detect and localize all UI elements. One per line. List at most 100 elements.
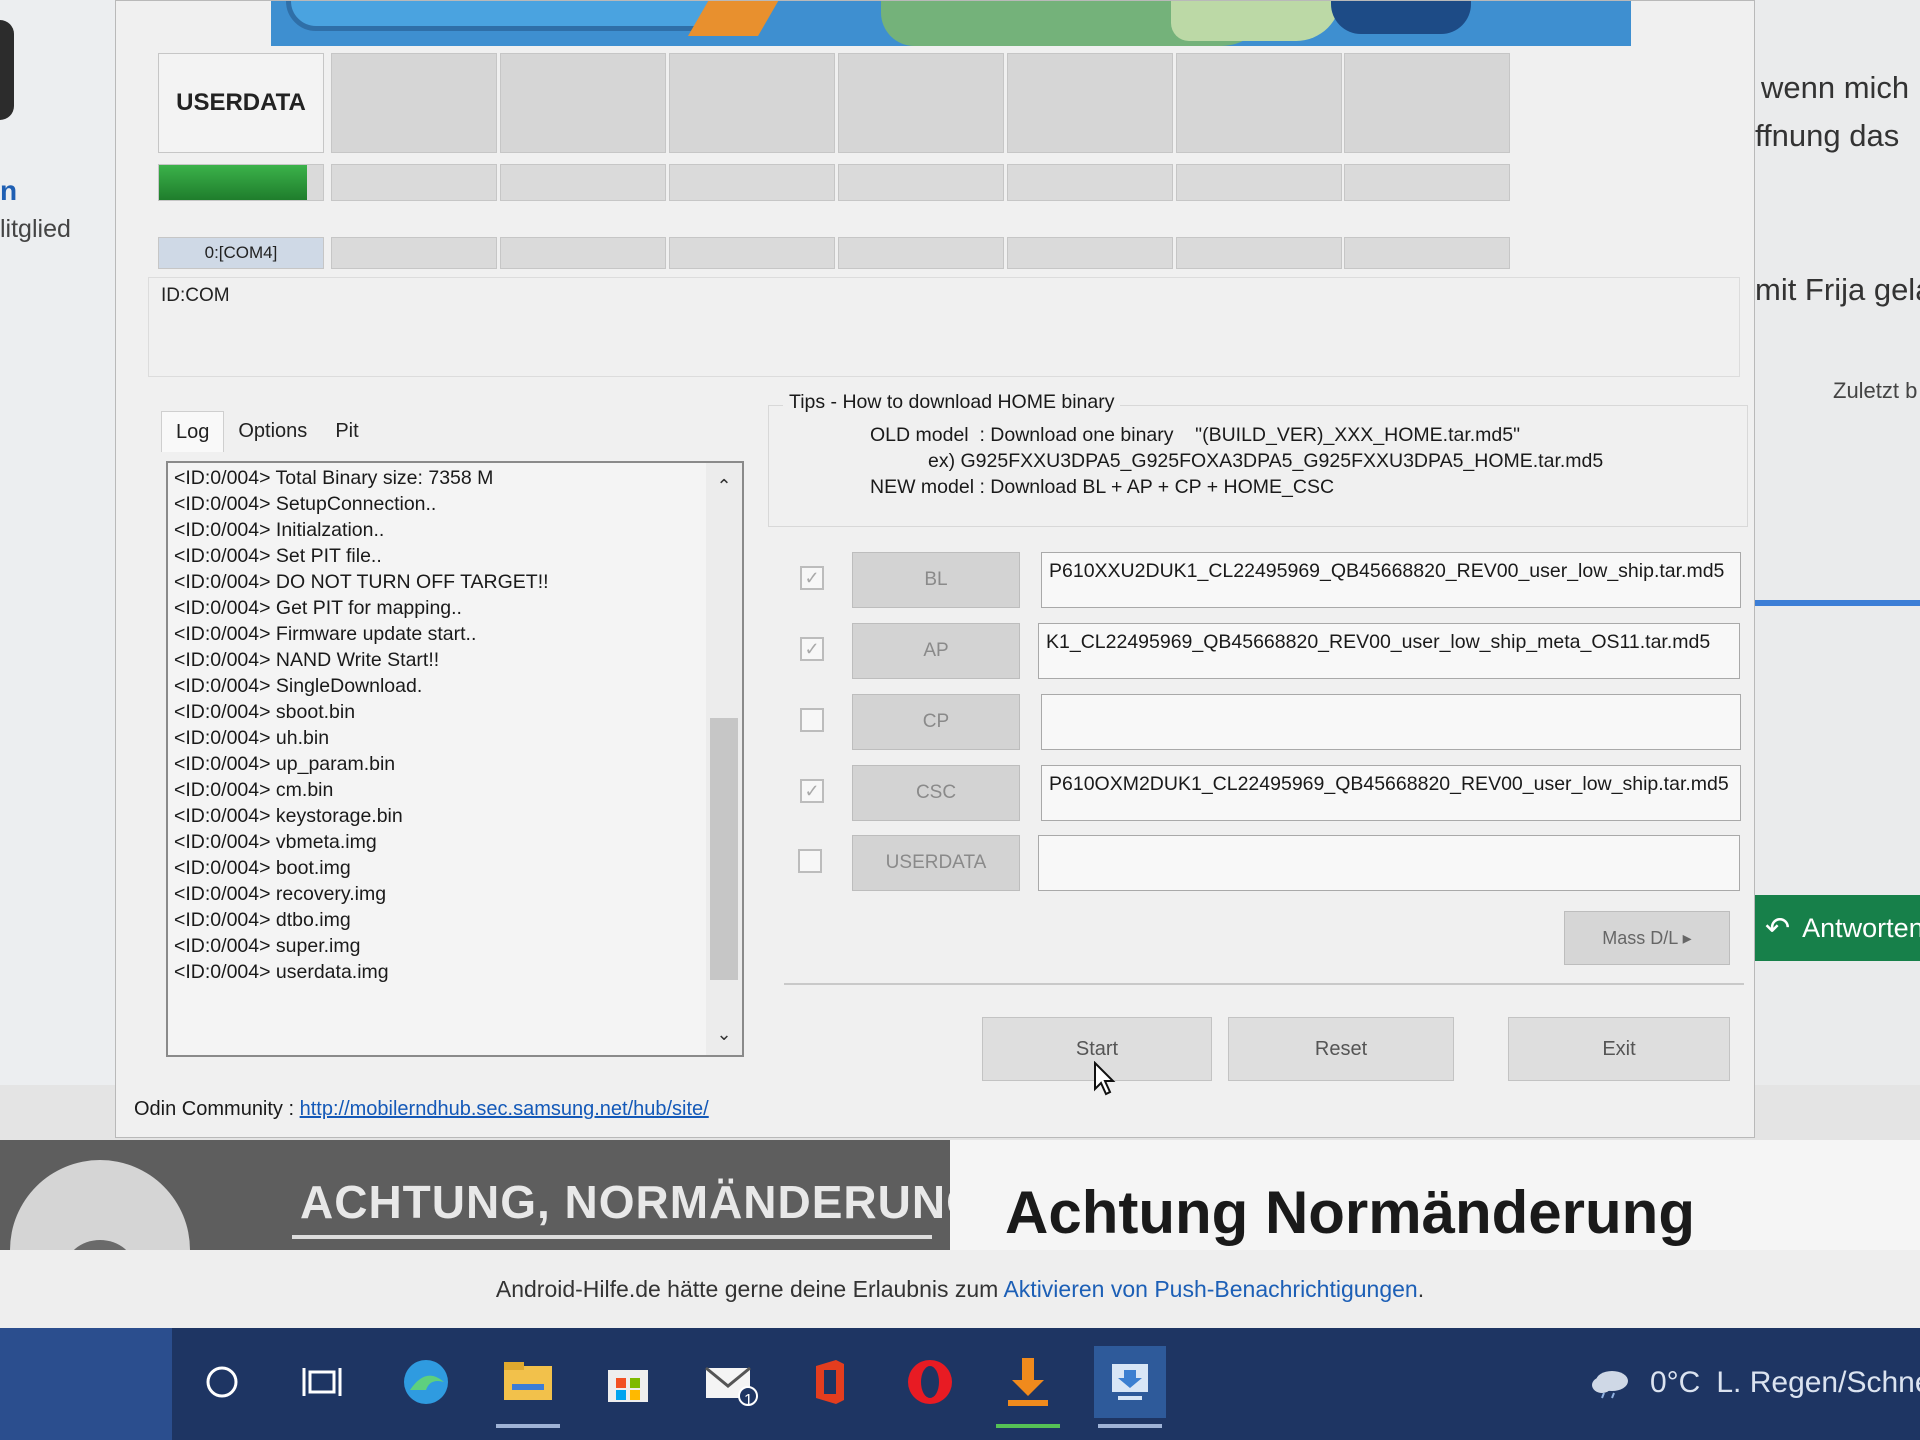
tips-line-1: OLD model : Download one binary "(BUILD_… <box>870 424 1521 446</box>
tips-line-2: ex) G925FXXU3DPA5_G925FOXA3DPA5_G925FXXU… <box>928 450 1604 472</box>
odin-icon[interactable] <box>1094 1346 1166 1428</box>
slot-7-port <box>1176 237 1342 269</box>
active-indicator <box>1098 1424 1162 1428</box>
community-label: Odin Community : <box>134 1098 300 1120</box>
exit-button[interactable]: Exit <box>1508 1017 1730 1081</box>
csc-file-field[interactable]: P610OXM2DUK1_CL22495969_QB45668820_REV00… <box>1041 765 1741 821</box>
userdata-button[interactable]: USERDATA <box>852 835 1020 891</box>
mass-download-button[interactable]: Mass D/L ▸ <box>1564 911 1730 965</box>
slot-5-port <box>838 237 1004 269</box>
log-line: <ID:0/004> keystorage.bin <box>174 805 403 827</box>
task-view-icon[interactable] <box>286 1346 358 1418</box>
cloud-rain-icon <box>1592 1371 1628 1399</box>
office-icon[interactable] <box>794 1346 866 1418</box>
header-map-graphic <box>271 1 1631 46</box>
bl-button[interactable]: BL <box>852 552 1020 608</box>
push-notification-bar: Android-Hilfe.de hätte gerne deine Erlau… <box>0 1250 1920 1328</box>
id-com-group <box>148 277 1740 377</box>
scroll-thumb[interactable] <box>710 718 738 980</box>
log-line: <ID:0/004> boot.img <box>174 857 351 879</box>
activate-push-link[interactable]: Aktivieren von Push-Benachrichtigungen <box>1003 1276 1417 1302</box>
log-line: <ID:0/004> dtbo.img <box>174 909 351 931</box>
last-edited-label: Zuletzt b <box>1833 378 1918 403</box>
background-left-panel: n litglied <box>0 0 125 1085</box>
log-tabs: Log Options Pit <box>161 411 373 452</box>
store-icon[interactable] <box>592 1346 664 1418</box>
post-text-line-1: wenn mich <box>1761 70 1910 105</box>
cp-checkbox[interactable] <box>800 708 824 732</box>
log-line: <ID:0/004> recovery.img <box>174 883 387 905</box>
id-com-label: ID:COM <box>161 285 230 306</box>
log-line: <ID:0/004> Set PIT file.. <box>174 545 382 567</box>
tab-log[interactable]: Log <box>161 411 225 452</box>
slot-7-header <box>1176 53 1342 153</box>
avatar <box>0 20 14 120</box>
banner-graphic <box>10 1160 190 1250</box>
slot-6-progress-bar <box>1007 164 1173 201</box>
slot-1-progress-bar <box>158 164 324 201</box>
chevron-up-icon[interactable]: ⌃ <box>706 471 742 501</box>
edge-icon[interactable] <box>390 1346 462 1418</box>
community-link[interactable]: http://mobilerndhub.sec.samsung.net/hub/… <box>300 1098 709 1120</box>
start-button[interactable] <box>0 1328 172 1440</box>
active-indicator <box>996 1424 1060 1428</box>
download-icon[interactable] <box>992 1346 1064 1428</box>
ap-file-field[interactable]: K1_CL22495969_QB45668820_REV00_user_low_… <box>1038 623 1740 679</box>
weather-temp: 0°C <box>1650 1366 1701 1399</box>
weather-widget[interactable]: 0°C L. Regen/Schnee <box>1590 1366 1920 1400</box>
tips-title: Tips - How to download HOME binary <box>783 391 1121 414</box>
mail-badge: 1 <box>744 1392 753 1409</box>
file-explorer-icon[interactable] <box>492 1346 564 1428</box>
slot-5-header <box>838 53 1004 153</box>
slot-8-progress-bar <box>1344 164 1510 201</box>
taskbar: 1 0°C L. Regen/Schnee <box>0 1328 1920 1440</box>
cp-file-field[interactable] <box>1041 694 1741 750</box>
answer-button[interactable]: ↶ Antworten <box>1755 895 1920 961</box>
log-line: <ID:0/004> vbmeta.img <box>174 831 377 853</box>
ad-banner-image[interactable]: ACHTUNG, NORMÄNDERUNG! <box>0 1140 950 1250</box>
tab-pit[interactable]: Pit <box>321 411 372 451</box>
divider <box>1755 600 1920 606</box>
slot-1-port: 0:[COM4] <box>158 237 324 269</box>
progress-fill <box>159 165 307 200</box>
log-scrollbar[interactable]: ⌃ ⌄ <box>706 463 742 1055</box>
slot-1-header: USERDATA <box>158 53 324 153</box>
userdata-checkbox[interactable] <box>798 849 822 873</box>
tips-line-3: NEW model : Download BL + AP + CP + HOME… <box>870 476 1335 498</box>
slot-7-progress-bar <box>1176 164 1342 201</box>
ap-checkbox[interactable]: ✓ <box>800 637 824 661</box>
ap-button[interactable]: AP <box>852 623 1020 679</box>
tab-options[interactable]: Options <box>224 411 321 451</box>
slot-8-port <box>1344 237 1510 269</box>
slot-6-header <box>1007 53 1173 153</box>
chevron-down-icon[interactable]: ⌄ <box>706 1019 742 1049</box>
search-circle-icon[interactable] <box>186 1346 258 1418</box>
answer-button-label: Antworten <box>1802 912 1920 943</box>
reply-icon: ↶ <box>1765 911 1791 945</box>
mail-icon[interactable]: 1 <box>694 1346 766 1418</box>
csc-checkbox[interactable]: ✓ <box>800 779 824 803</box>
post-text-line-2: ffnung das <box>1755 118 1900 153</box>
slot-5-progress-bar <box>838 164 1004 201</box>
log-line: <ID:0/004> sboot.bin <box>174 701 356 723</box>
log-textarea[interactable]: <ID:0/004> Total Binary size: 7358 M <ID:… <box>166 461 744 1057</box>
log-line: <ID:0/004> SetupConnection.. <box>174 493 437 515</box>
log-line: <ID:0/004> DO NOT TURN OFF TARGET!! <box>174 571 549 593</box>
bl-file-field[interactable]: P610XXU2DUK1_CL22495969_QB45668820_REV00… <box>1041 552 1741 608</box>
opera-icon[interactable] <box>894 1346 966 1418</box>
separator <box>784 983 1744 985</box>
active-indicator <box>496 1424 560 1428</box>
csc-button[interactable]: CSC <box>852 765 1020 821</box>
cp-button[interactable]: CP <box>852 694 1020 750</box>
reset-button[interactable]: Reset <box>1228 1017 1454 1081</box>
mouse-cursor-icon <box>1094 1061 1116 1096</box>
ad-banner-title-area[interactable]: Achtung Normänderung <box>950 1140 1920 1250</box>
slot-4-port <box>669 237 835 269</box>
banner-underline <box>292 1235 932 1239</box>
log-line: <ID:0/004> uh.bin <box>174 727 330 749</box>
userdata-file-field[interactable] <box>1038 835 1740 891</box>
bl-checkbox[interactable]: ✓ <box>800 566 824 590</box>
username-link[interactable]: n <box>0 175 17 207</box>
log-line: <ID:0/004> super.img <box>174 935 361 957</box>
log-line: <ID:0/004> NAND Write Start!! <box>174 649 440 671</box>
